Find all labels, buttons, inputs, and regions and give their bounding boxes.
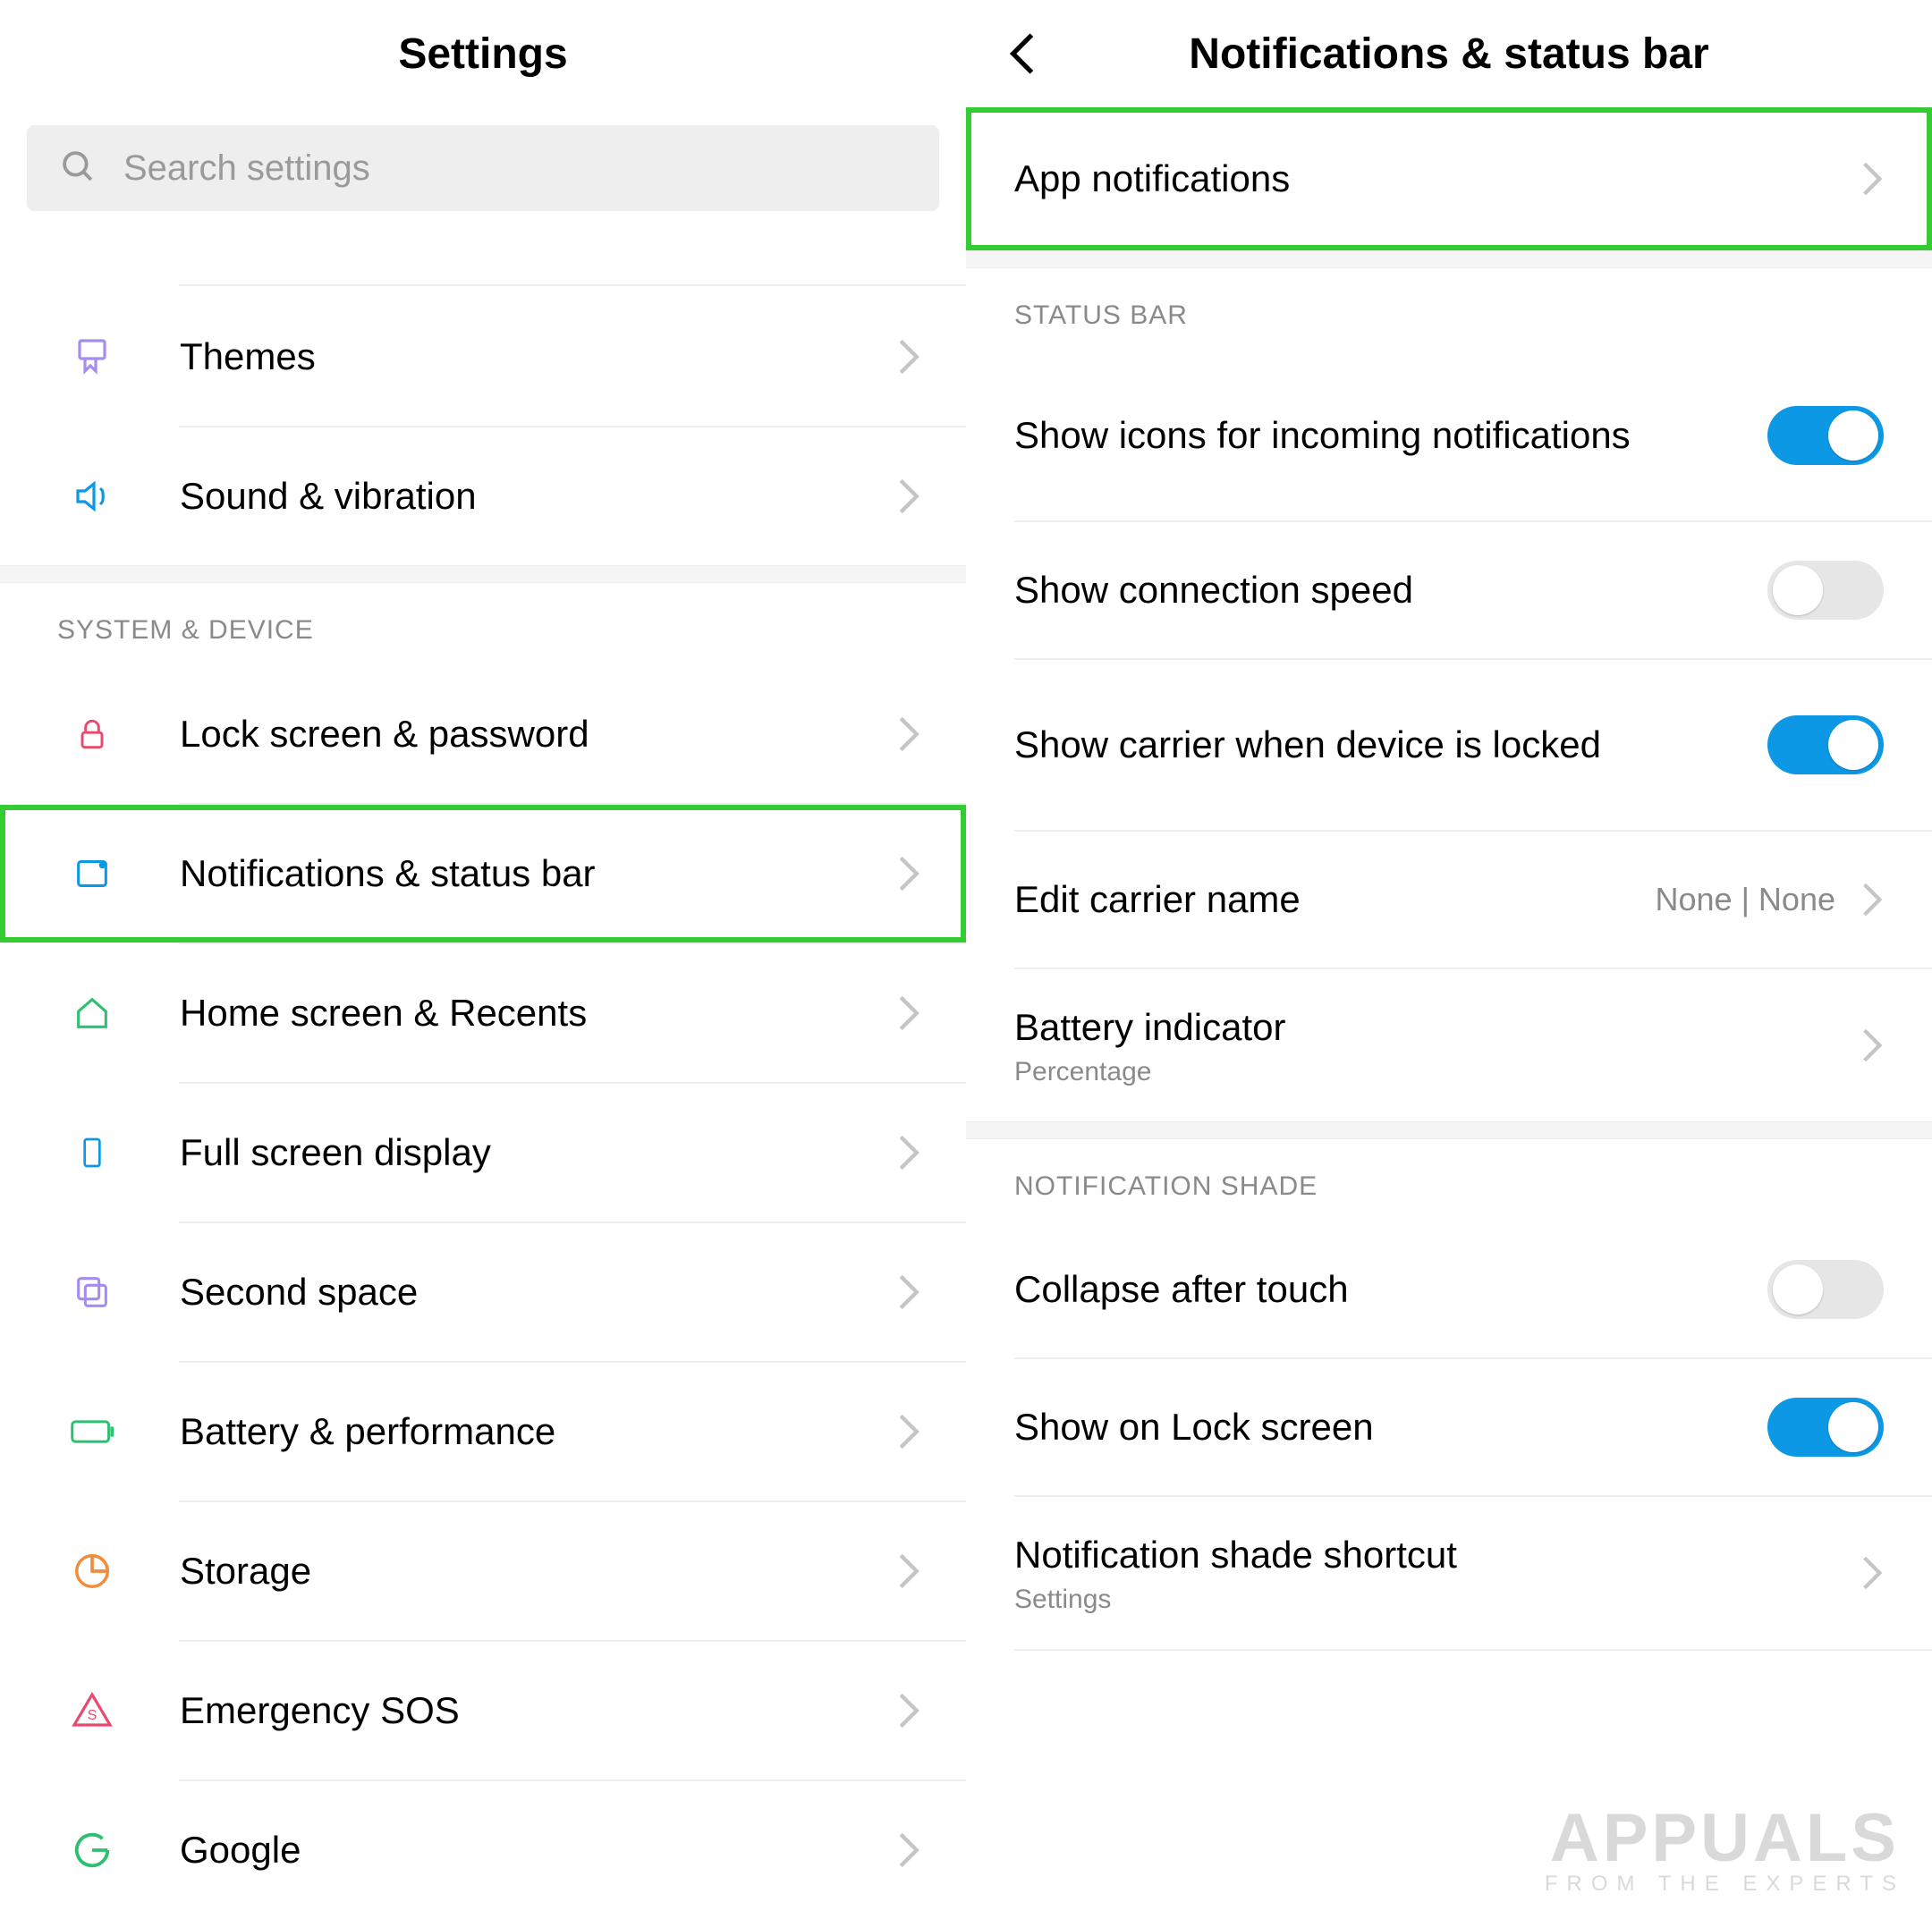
row-label: App notifications — [1014, 155, 1860, 203]
settings-row-battery[interactable]: Battery & performance — [0, 1363, 966, 1501]
chevron-right-icon — [896, 1830, 921, 1870]
row-label: Edit carrier name — [1014, 875, 1656, 924]
settings-row-second-space[interactable]: Second space — [0, 1223, 966, 1361]
search-icon — [59, 148, 97, 190]
home-icon — [67, 993, 117, 1034]
row-connection-speed[interactable]: Show connection speed — [966, 522, 1932, 658]
row-subtext: Percentage — [1014, 1057, 1860, 1087]
row-label: Storage — [180, 1550, 896, 1593]
chevron-right-icon — [1860, 160, 1884, 198]
row-label: Battery indicator — [1014, 1003, 1860, 1052]
watermark-subtext: FROM THE EXPERTS — [1545, 1872, 1905, 1897]
row-label: Home screen & Recents — [180, 992, 896, 1035]
search-input[interactable]: Search settings — [27, 125, 939, 211]
chevron-right-icon — [896, 337, 921, 376]
row-battery-indicator[interactable]: Battery indicator Percentage — [966, 969, 1932, 1121]
title-bar: Notifications & status bar — [966, 0, 1932, 107]
battery-icon — [67, 1414, 117, 1450]
chevron-right-icon — [896, 993, 921, 1033]
row-label: Themes — [180, 335, 896, 378]
spacer — [0, 238, 966, 284]
row-show-carrier[interactable]: Show carrier when device is locked — [966, 660, 1932, 830]
chevron-right-icon — [896, 1691, 921, 1730]
chevron-right-icon — [1860, 1554, 1884, 1592]
row-subtext: Settings — [1014, 1585, 1860, 1615]
notifications-pane: Notifications & status bar App notificat… — [966, 0, 1932, 1906]
row-label: Emergency SOS — [180, 1689, 896, 1732]
lock-icon — [67, 714, 117, 754]
row-shade-shortcut[interactable]: Notification shade shortcut Settings — [966, 1497, 1932, 1649]
settings-row-storage[interactable]: Storage — [0, 1502, 966, 1640]
toggle-switch[interactable] — [1767, 1260, 1884, 1319]
settings-row-home[interactable]: Home screen & Recents — [0, 944, 966, 1082]
row-collapse-touch[interactable]: Collapse after touch — [966, 1222, 1932, 1357]
toggle-switch[interactable] — [1767, 1398, 1884, 1457]
chevron-right-icon — [896, 1551, 921, 1591]
row-label: Show connection speed — [1014, 566, 1767, 614]
watermark: APPUALS FROM THE EXPERTS — [1545, 1799, 1905, 1897]
row-label: Show icons for incoming notifications — [1014, 411, 1767, 460]
settings-row-fullscreen[interactable]: Full screen display — [0, 1084, 966, 1222]
chevron-right-icon — [896, 1272, 921, 1312]
svg-text:S: S — [88, 1708, 97, 1723]
section-gap — [966, 250, 1932, 268]
warning-icon: S — [67, 1689, 117, 1732]
section-header-system: SYSTEM & DEVICE — [0, 583, 966, 665]
back-button[interactable] — [1007, 30, 1038, 77]
row-label: Full screen display — [180, 1131, 896, 1174]
settings-row-google[interactable]: Google — [0, 1781, 966, 1919]
toggle-switch[interactable] — [1767, 715, 1884, 774]
chevron-right-icon — [1860, 881, 1884, 918]
storage-icon — [67, 1551, 117, 1592]
chevron-right-icon — [896, 714, 921, 754]
section-gap — [966, 1121, 1932, 1139]
chevron-right-icon — [896, 477, 921, 516]
phone-icon — [67, 1131, 117, 1174]
row-show-lockscreen[interactable]: Show on Lock screen — [966, 1359, 1932, 1495]
chevron-right-icon — [896, 854, 921, 893]
toggle-switch[interactable] — [1767, 561, 1884, 620]
row-value: None | None — [1656, 881, 1835, 918]
row-label: Second space — [180, 1271, 896, 1314]
toggle-switch[interactable] — [1767, 406, 1884, 465]
row-label: Show carrier when device is locked — [1014, 721, 1767, 769]
second-space-icon — [67, 1272, 117, 1313]
sound-icon — [67, 475, 117, 518]
settings-row-themes[interactable]: Themes — [0, 288, 966, 426]
row-label: Show on Lock screen — [1014, 1403, 1767, 1451]
chevron-right-icon — [896, 1133, 921, 1172]
notification-bar-icon — [67, 853, 117, 894]
row-show-icons[interactable]: Show icons for incoming notifications — [966, 351, 1932, 520]
settings-row-sos[interactable]: S Emergency SOS — [0, 1642, 966, 1780]
row-label: Battery & performance — [180, 1410, 896, 1453]
chevron-right-icon — [1860, 1027, 1884, 1064]
row-label: Sound & vibration — [180, 475, 896, 518]
settings-row-sound[interactable]: Sound & vibration — [0, 427, 966, 565]
search-placeholder: Search settings — [123, 148, 370, 189]
page-title: Notifications & status bar — [1189, 30, 1708, 79]
row-label: Notification shade shortcut — [1014, 1531, 1860, 1579]
row-label: Collapse after touch — [1014, 1265, 1767, 1314]
chevron-right-icon — [896, 1412, 921, 1451]
section-gap — [0, 565, 966, 583]
section-header-status-bar: STATUS BAR — [966, 268, 1932, 351]
settings-row-notifications[interactable]: Notifications & status bar — [0, 805, 966, 943]
watermark-text: APPUALS — [1545, 1799, 1905, 1877]
section-header-shade: NOTIFICATION SHADE — [966, 1139, 1932, 1222]
row-label: Lock screen & password — [180, 713, 896, 756]
row-label: Google — [180, 1829, 896, 1872]
settings-pane: Settings Search settings Themes Sound & … — [0, 0, 966, 1906]
divider — [1014, 1649, 1932, 1651]
row-edit-carrier[interactable]: Edit carrier name None | None — [966, 832, 1932, 968]
google-icon — [67, 1830, 117, 1871]
themes-icon — [67, 335, 117, 378]
row-app-notifications[interactable]: App notifications — [966, 107, 1932, 250]
page-title: Settings — [398, 30, 567, 79]
row-label: Notifications & status bar — [180, 852, 896, 895]
settings-row-lockscreen[interactable]: Lock screen & password — [0, 665, 966, 803]
title-bar: Settings — [0, 0, 966, 107]
